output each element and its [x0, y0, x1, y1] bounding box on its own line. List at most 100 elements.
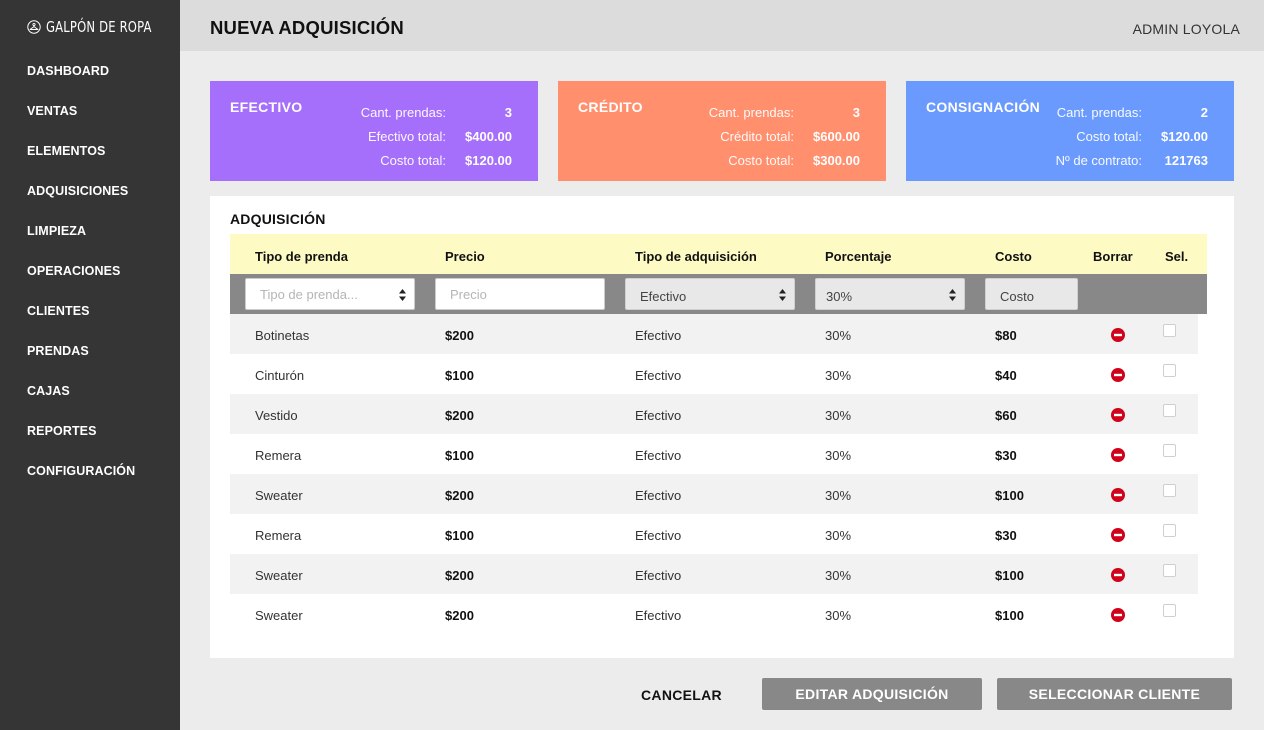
stat-label: Crédito total: [720, 128, 794, 144]
sidebar-item-elementos[interactable]: ELEMENTOS [0, 131, 180, 171]
sidebar-item-dashboard[interactable]: DASHBOARD [0, 51, 180, 91]
select-client-button[interactable]: SELECCIONAR CLIENTE [997, 678, 1232, 710]
card-stats: Cant. prendas: 3 Efectivo total: $400.00 C… [361, 100, 512, 172]
tipo-prenda-select[interactable]: Tipo de prenda... [245, 278, 415, 310]
col-costo: Costo [995, 249, 1032, 264]
sidebar-item-clientes[interactable]: CLIENTES [0, 291, 180, 331]
cell-tipo-prenda: Sweater [255, 608, 303, 623]
cell-costo: $100 [995, 568, 1024, 583]
costo-value: Costo [1000, 288, 1034, 304]
stat-value: $600.00 [813, 128, 860, 144]
cell-precio: $100 [445, 528, 474, 543]
table-row[interactable]: Vestido $200 Efectivo 30% $60 [230, 394, 1198, 434]
select-checkbox[interactable] [1163, 324, 1176, 337]
edit-acquisition-button[interactable]: EDITAR ADQUISICIÓN [762, 678, 982, 710]
porcentaje-select[interactable]: 30% [815, 278, 965, 310]
table-row[interactable]: Remera $100 Efectivo 30% $30 [230, 514, 1198, 554]
col-tipo-adquisicion: Tipo de adquisición [635, 249, 757, 264]
cell-costo: $40 [995, 368, 1017, 383]
table-row[interactable]: Sweater $200 Efectivo 30% $100 [230, 594, 1198, 634]
cell-tipo-adquisicion: Efectivo [635, 448, 682, 463]
delete-icon[interactable] [1111, 408, 1125, 422]
cell-precio: $100 [445, 448, 474, 463]
card-title: EFECTIVO [230, 99, 303, 115]
tipo-adquisicion-value: Efectivo [640, 288, 687, 304]
stat-value: $400.00 [465, 128, 512, 144]
table-row[interactable]: Sweater $200 Efectivo 30% $100 [230, 554, 1198, 594]
sidebar-item-ventas[interactable]: VENTAS [0, 91, 180, 131]
sidebar-item-prendas[interactable]: PRENDAS [0, 331, 180, 371]
delete-icon[interactable] [1111, 328, 1125, 342]
table-row[interactable]: Cinturón $100 Efectivo 30% $40 [230, 354, 1198, 394]
sidebar-item-configuraci-n[interactable]: CONFIGURACIÓN [0, 451, 180, 491]
cell-precio: $200 [445, 568, 474, 583]
cell-porcentaje: 30% [825, 608, 852, 623]
summary-card-credito: CRÉDITO Cant. prendas: 3 Crédito total: $6… [558, 81, 886, 181]
card-stats: Cant. prendas: 2 Costo total: $120.00 Nº d… [1056, 100, 1208, 172]
sidebar-item-reportes[interactable]: REPORTES [0, 411, 180, 451]
select-checkbox[interactable] [1163, 484, 1176, 497]
delete-icon[interactable] [1111, 568, 1125, 582]
col-borrar: Borrar [1093, 249, 1133, 264]
select-checkbox[interactable] [1163, 564, 1176, 577]
stat-value: $120.00 [465, 152, 512, 168]
cell-tipo-adquisicion: Efectivo [635, 568, 682, 583]
cell-costo: $60 [995, 408, 1017, 423]
costo-field[interactable]: Costo [985, 278, 1078, 310]
delete-icon[interactable] [1111, 528, 1125, 542]
select-checkbox[interactable] [1163, 404, 1176, 417]
summary-card-consignacion: CONSIGNACIÓN Cant. prendas: 2 Costo total… [906, 81, 1234, 181]
cell-tipo-prenda: Remera [255, 448, 302, 463]
cell-porcentaje: 30% [825, 568, 852, 583]
cell-tipo-prenda: Cinturón [255, 368, 305, 383]
panel-title: ADQUISICIÓN [230, 211, 326, 227]
brand-logo[interactable]: GALPÓN DE ROPA [27, 18, 169, 36]
cell-tipo-adquisicion: Efectivo [635, 608, 682, 623]
stat-label: Costo total: [1076, 128, 1142, 144]
cancel-button[interactable]: CANCELAR [641, 687, 722, 703]
top-header: NUEVA ADQUISICIÓN ADMIN LOYOLA [180, 0, 1264, 51]
stat-label: Costo total: [728, 152, 794, 168]
table-body[interactable]: Sweater $200 Efectivo 30% $100 Sweater $200 Efe… [230, 314, 1207, 636]
select-checkbox[interactable] [1163, 364, 1176, 377]
stat-label: Nº de contrato: [1055, 152, 1142, 168]
sidebar-item-operaciones[interactable]: OPERACIONES [0, 251, 180, 291]
stat-value: 2 [1200, 104, 1208, 120]
sidebar-item-cajas[interactable]: CAJAS [0, 371, 180, 411]
tipo-adquisicion-select[interactable]: Efectivo [625, 278, 795, 310]
cell-porcentaje: 30% [825, 488, 852, 503]
cell-porcentaje: 30% [825, 528, 852, 543]
cell-tipo-adquisicion: Efectivo [635, 368, 682, 383]
card-stats: Cant. prendas: 3 Crédito total: $600.00 Co… [709, 100, 860, 172]
col-precio: Precio [445, 249, 485, 264]
select-checkbox[interactable] [1163, 524, 1176, 537]
user-menu[interactable]: ADMIN LOYOLA [1133, 21, 1240, 37]
delete-icon[interactable] [1111, 368, 1125, 382]
delete-icon[interactable] [1111, 448, 1125, 462]
hanger-icon [27, 20, 41, 34]
cell-precio: $200 [445, 608, 474, 623]
select-checkbox[interactable] [1163, 604, 1176, 617]
select-checkbox[interactable] [1163, 444, 1176, 457]
table-row[interactable]: Botinetas $200 Efectivo 30% $80 [230, 314, 1198, 354]
acquisition-panel: ADQUISICIÓN Tipo de prenda Precio Tipo d… [210, 196, 1234, 658]
cell-porcentaje: 30% [825, 408, 852, 423]
cell-precio: $200 [445, 328, 474, 343]
delete-icon[interactable] [1111, 608, 1125, 622]
cell-costo: $100 [995, 608, 1024, 623]
table-row[interactable]: Sweater $200 Efectivo 30% $100 [230, 474, 1198, 514]
table-row[interactable]: Remera $100 Efectivo 30% $30 [230, 434, 1198, 474]
summary-card-efectivo: EFECTIVO Cant. prendas: 3 Efectivo total:… [210, 81, 538, 181]
precio-input[interactable]: Precio [435, 278, 605, 310]
cell-costo: $80 [995, 328, 1017, 343]
sidebar-item-adquisiciones[interactable]: ADQUISICIONES [0, 171, 180, 211]
stat-label: Costo total: [380, 152, 446, 168]
cell-tipo-adquisicion: Efectivo [635, 528, 682, 543]
sidebar-nav: DASHBOARD VENTAS ELEMENTOS ADQUISICIONES LIM… [0, 51, 180, 491]
cell-costo: $30 [995, 528, 1017, 543]
stat-value: 121763 [1164, 152, 1208, 168]
delete-icon[interactable] [1111, 488, 1125, 502]
tipo-prenda-placeholder: Tipo de prenda... [260, 286, 358, 302]
card-title: CRÉDITO [578, 99, 643, 115]
sidebar-item-limpieza[interactable]: LIMPIEZA [0, 211, 180, 251]
